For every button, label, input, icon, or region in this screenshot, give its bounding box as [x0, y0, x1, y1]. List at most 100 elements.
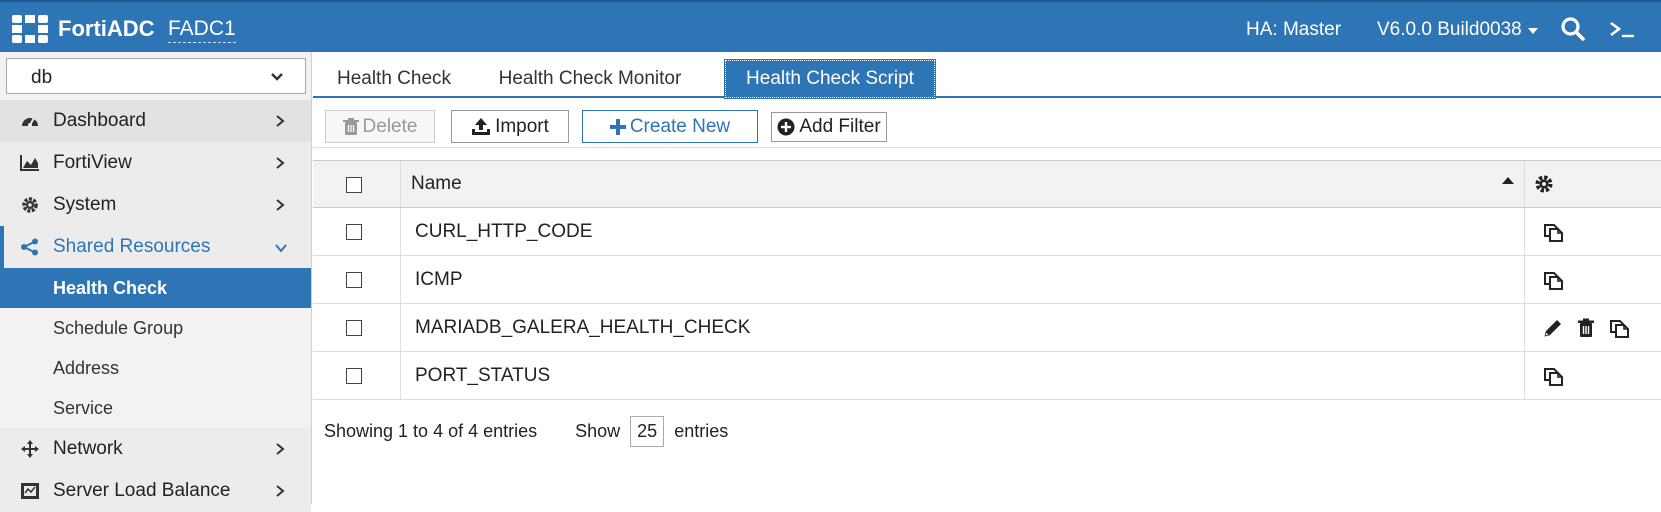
sidebar-item-network[interactable]: Network	[0, 428, 311, 470]
chevron-down-icon	[271, 73, 283, 81]
balance-icon	[21, 483, 39, 499]
version-label: V6.0.0 Build0038	[1377, 19, 1522, 40]
entries-summary: Showing 1 to 4 of 4 entries	[324, 421, 538, 441]
table-row[interactable]: MARIADB_GALERA_HEALTH_CHECK	[313, 304, 1661, 352]
sidebar-item-label: Server Load Balance	[53, 480, 231, 501]
entries-label: entries	[674, 421, 729, 441]
table-row[interactable]: ICMP	[313, 256, 1661, 304]
gear-icon[interactable]	[1534, 174, 1554, 194]
upload-icon	[472, 117, 491, 135]
row-checkbox[interactable]	[346, 368, 362, 384]
tab-bar: Health Check Health Check Monitor Health…	[313, 52, 1661, 99]
table-body: CURL_HTTP_CODE ICMP MARIADB_GALERA_HEALTH_…	[313, 208, 1661, 400]
chart-icon	[20, 155, 39, 171]
edit-icon[interactable]	[1542, 317, 1564, 339]
sidebar-sub-service[interactable]: Service	[0, 388, 311, 428]
row-check-cell	[313, 352, 401, 399]
row-name[interactable]: PORT_STATUS	[401, 352, 1525, 399]
clone-icon[interactable]	[1542, 269, 1564, 291]
row-actions	[1525, 352, 1661, 399]
chevron-right-icon	[276, 485, 285, 497]
sidebar-item-label: Dashboard	[53, 110, 146, 131]
row-name[interactable]: ICMP	[401, 256, 1525, 303]
delete-button[interactable]: Delete	[325, 110, 435, 143]
table-row[interactable]: CURL_HTTP_CODE	[313, 208, 1661, 256]
table-footer: Showing 1 to 4 of 4 entries Show 25 entr…	[324, 416, 728, 447]
sidebar-item-dashboard[interactable]: Dashboard	[0, 100, 311, 142]
dashboard-icon	[22, 117, 38, 127]
row-check-cell	[313, 208, 401, 255]
vdom-select[interactable]: db	[6, 58, 306, 94]
brand-name: FortiADC	[58, 16, 155, 41]
row-checkbox[interactable]	[346, 224, 362, 240]
version-menu[interactable]: V6.0.0 Build0038	[1377, 19, 1538, 41]
share-icon	[21, 238, 38, 256]
chevron-right-icon	[276, 443, 285, 455]
import-label: Import	[495, 115, 549, 137]
row-name[interactable]: MARIADB_GALERA_HEALTH_CHECK	[401, 304, 1525, 351]
column-header-label: Name	[411, 173, 462, 194]
create-new-button[interactable]: Create New	[582, 110, 758, 143]
header-check-cell	[313, 161, 401, 207]
search-icon[interactable]	[1560, 16, 1586, 42]
plus-icon	[609, 118, 626, 135]
sidebar-sub-schedule-group[interactable]: Schedule Group	[0, 308, 311, 348]
caret-down-icon	[1527, 28, 1538, 34]
sidebar-item-label: System	[53, 194, 117, 215]
sidebar-sub-address[interactable]: Address	[0, 348, 311, 388]
select-all-checkbox[interactable]	[346, 177, 362, 193]
chevron-down-icon	[275, 244, 287, 253]
column-settings-cell	[1525, 161, 1661, 207]
delete-label: Delete	[362, 115, 418, 137]
row-checkbox[interactable]	[346, 272, 362, 288]
plus-circle-icon	[777, 118, 795, 136]
row-actions	[1525, 208, 1661, 255]
row-check-cell	[313, 256, 401, 303]
sidebar-item-label: Network	[53, 438, 123, 459]
sidebar-item-label: Shared Resources	[53, 236, 211, 257]
tab-health-check[interactable]: Health Check	[323, 60, 465, 98]
ha-status: HA: Master	[1246, 19, 1342, 40]
sidebar-item-label: FortiView	[53, 152, 132, 173]
delete-icon[interactable]	[1575, 317, 1597, 339]
tab-health-check-monitor[interactable]: Health Check Monitor	[490, 60, 690, 98]
tab-health-check-script[interactable]: Health Check Script	[724, 59, 936, 99]
toolbar: Delete Import Create New Add Filter	[313, 106, 1661, 148]
row-actions	[1525, 304, 1661, 351]
add-filter-button[interactable]: Add Filter	[771, 112, 887, 142]
console-icon[interactable]	[1608, 16, 1638, 42]
table-header: Name	[313, 160, 1661, 208]
move-icon	[21, 440, 39, 458]
fortinet-logo-icon[interactable]	[12, 15, 48, 43]
gear-icon	[22, 197, 38, 213]
table-row[interactable]: PORT_STATUS	[313, 352, 1661, 400]
sidebar: db Dashboard FortiView System Shared Res…	[0, 52, 312, 512]
create-new-label: Create New	[629, 115, 731, 137]
sort-asc-icon[interactable]	[1502, 177, 1514, 184]
clone-icon[interactable]	[1608, 317, 1630, 339]
chevron-right-icon	[276, 199, 285, 211]
sidebar-item-shared-resources[interactable]: Shared Resources	[0, 226, 311, 268]
page-size-select[interactable]: 25	[630, 416, 665, 447]
import-button[interactable]: Import	[451, 110, 569, 143]
sidebar-item-server-load-balance[interactable]: Server Load Balance	[0, 470, 311, 512]
column-header-name[interactable]: Name	[401, 161, 1525, 207]
health-check-script-table: Name CURL_HTTP_CODE ICMP MARIADB_GALERA_HE…	[313, 160, 1661, 400]
top-bar: FortiADC FADC1 HA: Master V6.0.0 Build00…	[0, 0, 1661, 52]
clone-icon[interactable]	[1542, 365, 1564, 387]
row-checkbox[interactable]	[346, 320, 362, 336]
sidebar-item-fortiview[interactable]: FortiView	[0, 142, 311, 184]
device-name[interactable]: FADC1	[168, 17, 236, 43]
clone-icon[interactable]	[1542, 221, 1564, 243]
row-check-cell	[313, 304, 401, 351]
add-filter-label: Add Filter	[799, 116, 881, 137]
vdom-value: db	[31, 67, 53, 88]
row-actions	[1525, 256, 1661, 303]
row-name[interactable]: CURL_HTTP_CODE	[401, 208, 1525, 255]
sidebar-sub-health-check[interactable]: Health Check	[0, 268, 311, 308]
trash-icon	[342, 117, 359, 135]
sidebar-nav: Dashboard FortiView System Shared Resour…	[0, 100, 311, 512]
show-label: Show	[575, 421, 621, 441]
sidebar-item-system[interactable]: System	[0, 184, 311, 226]
chevron-right-icon	[276, 157, 285, 169]
